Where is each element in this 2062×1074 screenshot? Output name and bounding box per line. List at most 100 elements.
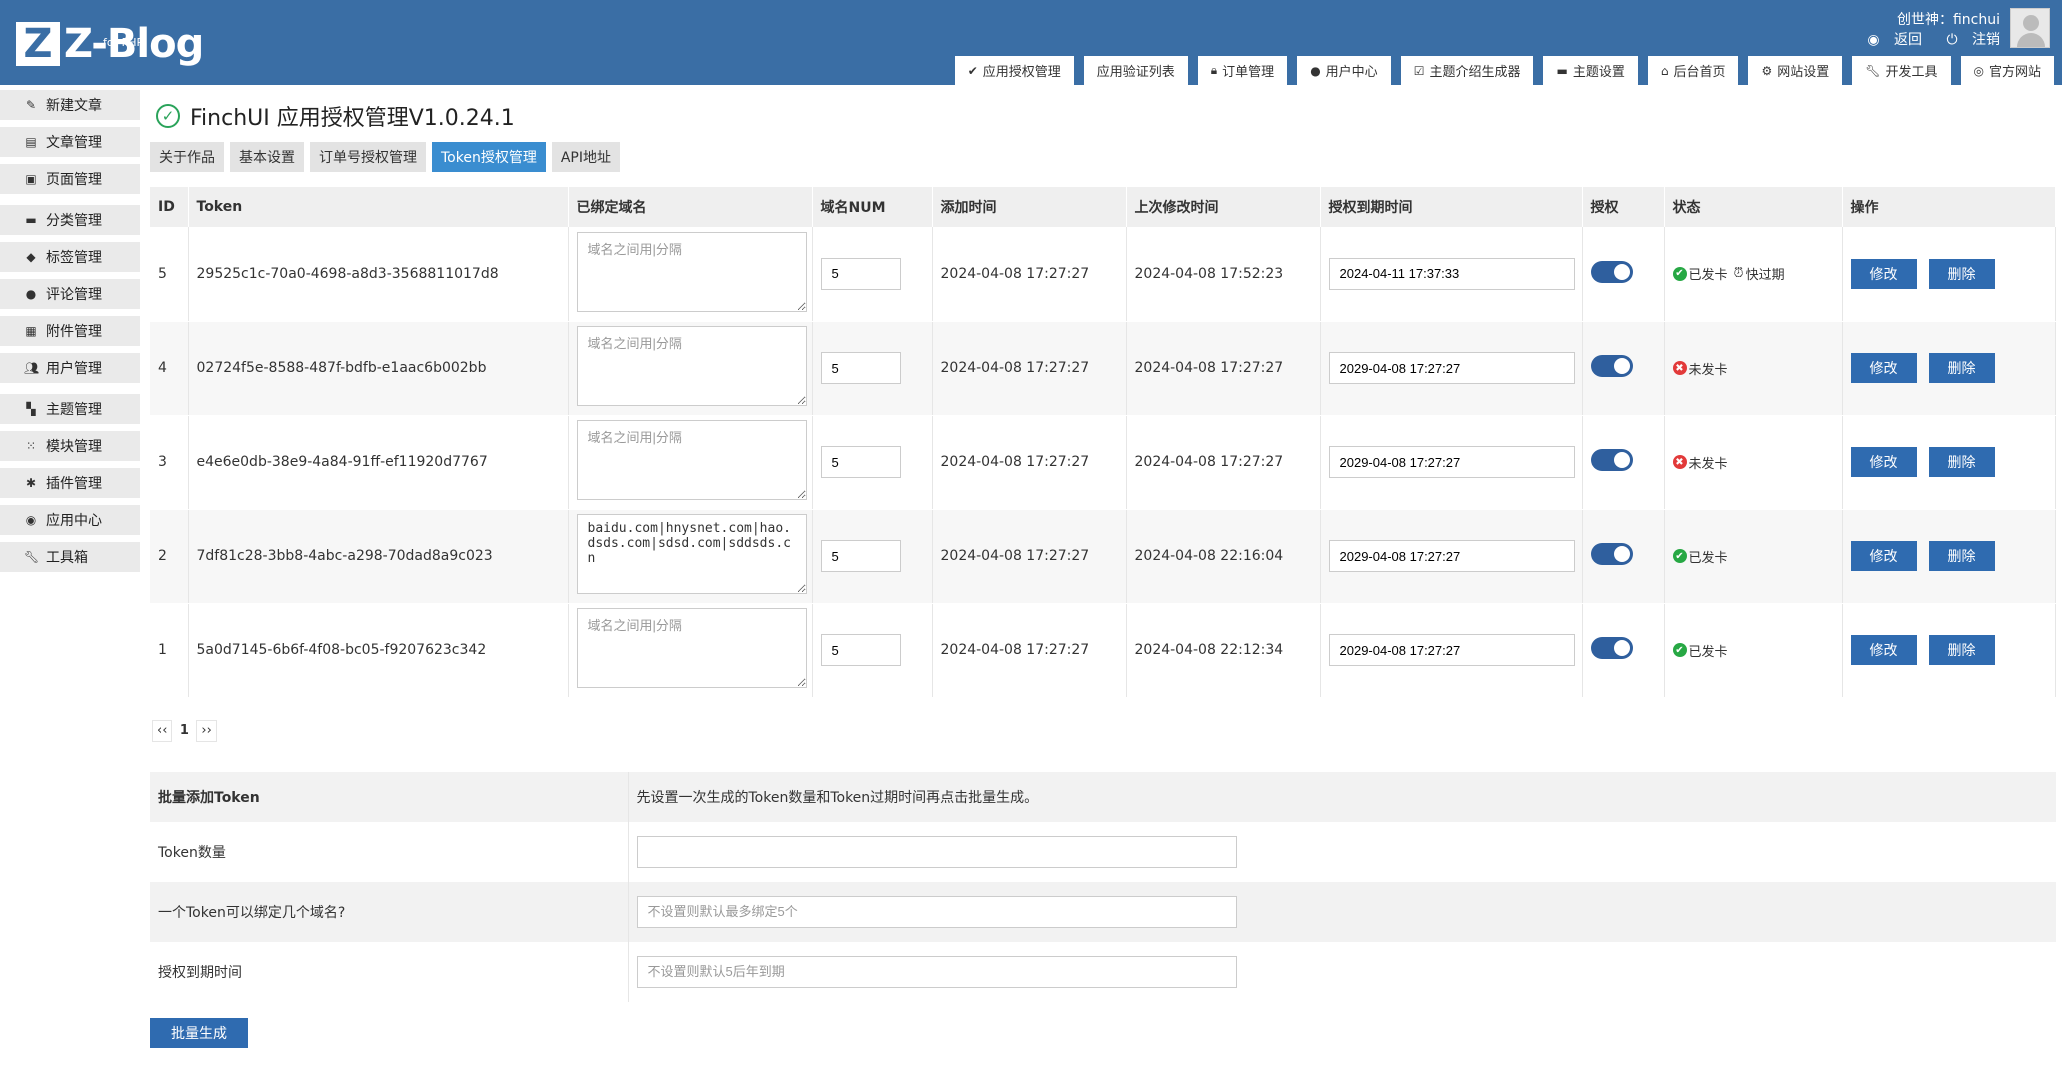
pager-next[interactable]: ›› bbox=[196, 719, 217, 742]
auth-toggle[interactable] bbox=[1590, 543, 1633, 565]
sidebar-item-pages[interactable]: ▣ 页面管理 bbox=[0, 164, 140, 194]
users-icon: 👥︎ bbox=[24, 361, 40, 375]
cell-id: 1 bbox=[150, 603, 189, 698]
domains-textarea[interactable] bbox=[576, 420, 807, 500]
sidebar-item-toolbox[interactable]: 🔧︎ 工具箱 bbox=[0, 542, 140, 572]
tab-orders[interactable]: 🔒︎ 订单管理 bbox=[1197, 56, 1288, 85]
auth-toggle[interactable] bbox=[1590, 449, 1633, 471]
sidebar-item-new-article[interactable]: ✎ 新建文章 bbox=[0, 90, 140, 120]
sidebar-item-users[interactable]: 👥︎ 用户管理 bbox=[0, 353, 140, 383]
page-title: ✓ FinchUI 应用授权管理V1.0.24.1 bbox=[150, 98, 2056, 134]
domain-limit-input[interactable] bbox=[636, 895, 1237, 928]
tab-dev-tools[interactable]: 🔧︎ 开发工具 bbox=[1852, 56, 1951, 85]
tab-official-site[interactable]: ◎ 官方网站 bbox=[1960, 56, 2054, 85]
tab-basic-settings[interactable]: 基本设置 bbox=[230, 142, 304, 172]
tab-order-auth[interactable]: 订单号授权管理 bbox=[310, 142, 426, 172]
sidebar-item-app-center[interactable]: ◉ 应用中心 bbox=[0, 505, 140, 535]
home-icon: ⌂ bbox=[1660, 63, 1669, 78]
status-badge: ✔ 已发卡 bbox=[1672, 547, 1842, 566]
domain-num-input[interactable] bbox=[820, 446, 901, 478]
auth-toggle[interactable] bbox=[1590, 355, 1633, 377]
auth-toggle[interactable] bbox=[1590, 260, 1633, 283]
auth-toggle[interactable] bbox=[1590, 637, 1633, 659]
expire-time-label: 授权到期时间 bbox=[150, 941, 629, 1002]
edit-button[interactable]: 修改 bbox=[1850, 541, 1917, 571]
edit-button[interactable]: 修改 bbox=[1850, 447, 1917, 477]
batch-count-row: Token数量 bbox=[150, 821, 2056, 882]
tab-about[interactable]: 关于作品 bbox=[150, 142, 224, 172]
sidebar-item-articles[interactable]: ▤ 文章管理 bbox=[0, 127, 140, 157]
edit-button[interactable]: 修改 bbox=[1850, 353, 1917, 383]
token-count-input[interactable] bbox=[636, 835, 1237, 868]
module-icon: ⁙ bbox=[25, 439, 37, 453]
sidebar-item-themes[interactable]: ▚ 主题管理 bbox=[0, 394, 140, 424]
back-link[interactable]: ◉ 返回 bbox=[1857, 32, 1922, 48]
sub-tabs: 关于作品 基本设置 订单号授权管理 Token授权管理 API地址 bbox=[150, 142, 2056, 172]
logo-z-mark: Z bbox=[16, 22, 60, 66]
domain-num-input[interactable] bbox=[820, 257, 901, 290]
sidebar-item-attachments[interactable]: ▦ 附件管理 bbox=[0, 316, 140, 346]
tab-admin-home[interactable]: ⌂ 后台首页 bbox=[1647, 56, 1739, 85]
delete-button[interactable]: 删除 bbox=[1928, 353, 1995, 383]
tab-site-settings[interactable]: ⚙ 网站设置 bbox=[1748, 56, 1843, 85]
domain-num-input[interactable] bbox=[820, 540, 901, 572]
edit-button[interactable]: 修改 bbox=[1850, 635, 1917, 665]
cell-modified-time: 2024-04-08 22:12:34 bbox=[1126, 603, 1321, 698]
logo-subtitle: for PHP bbox=[103, 36, 144, 49]
cell-token: 29525c1c-70a0-4698-a8d3-3568811017d8 bbox=[188, 227, 569, 322]
domains-textarea[interactable] bbox=[576, 231, 807, 312]
expire-time-input[interactable] bbox=[636, 955, 1237, 988]
sidebar-item-categories[interactable]: ▬ 分类管理 bbox=[0, 205, 140, 235]
expire-date-input[interactable] bbox=[1328, 540, 1575, 572]
col-header-status: 状态 bbox=[1664, 187, 1843, 227]
edit-button[interactable]: 修改 bbox=[1850, 258, 1917, 289]
power-icon: ⏻ bbox=[1946, 32, 1958, 48]
pager-current[interactable]: 1 bbox=[174, 720, 194, 742]
sidebar-item-plugins[interactable]: ✱ 插件管理 bbox=[0, 468, 140, 498]
delete-button[interactable]: 删除 bbox=[1928, 541, 1995, 571]
theme-icon: ▚ bbox=[26, 402, 36, 416]
folder-icon: ▬ bbox=[1556, 63, 1568, 78]
page-icon: ▣ bbox=[25, 172, 37, 186]
tab-api-url[interactable]: API地址 bbox=[551, 142, 620, 172]
tab-theme-intro[interactable]: ☑ 主题介绍生成器 bbox=[1400, 56, 1534, 85]
table-row: 15a0d7145-6b6f-4f08-bc05-f9207623c342 202… bbox=[150, 603, 2056, 698]
avatar[interactable] bbox=[2010, 8, 2050, 48]
article-icon: ▤ bbox=[25, 135, 37, 149]
domain-num-input[interactable] bbox=[820, 634, 901, 666]
tab-app-auth[interactable]: ✔ 应用授权管理 bbox=[954, 56, 1074, 85]
domain-num-input[interactable] bbox=[820, 352, 901, 384]
sidebar-item-tags[interactable]: ◆ 标签管理 bbox=[0, 242, 140, 272]
tab-theme-settings[interactable]: ▬ 主题设置 bbox=[1543, 56, 1638, 85]
table-row: 402724f5e-8588-487f-bdfb-e1aac6b002bb 202… bbox=[150, 321, 2056, 416]
delete-button[interactable]: 删除 bbox=[1928, 635, 1995, 665]
cell-added-time: 2024-04-08 17:27:27 bbox=[932, 321, 1127, 416]
delete-button[interactable]: 删除 bbox=[1928, 258, 1995, 289]
pager-prev[interactable]: ‹‹ bbox=[152, 719, 173, 742]
batch-description: 先设置一次生成的Token数量和Token过期时间再点击批量生成。 bbox=[628, 771, 2056, 822]
expire-date-input[interactable] bbox=[1328, 257, 1575, 290]
expire-date-input[interactable] bbox=[1328, 446, 1575, 478]
status-text: 已发卡 bbox=[1688, 550, 1728, 566]
status-text: 未发卡 bbox=[1688, 362, 1728, 378]
logout-link[interactable]: ⏻ 注销 bbox=[1936, 32, 2000, 48]
delete-button[interactable]: 删除 bbox=[1928, 447, 1995, 477]
sidebar-item-modules[interactable]: ⁙ 模块管理 bbox=[0, 431, 140, 461]
tab-user-center[interactable]: ● 用户中心 bbox=[1297, 56, 1391, 85]
tab-app-verify-list[interactable]: 应用验证列表 bbox=[1083, 56, 1188, 85]
tab-token-auth[interactable]: Token授权管理 bbox=[432, 142, 546, 172]
cell-token: e4e6e0db-38e9-4a84-91ff-ef11920d7767 bbox=[188, 415, 569, 510]
domains-textarea[interactable] bbox=[576, 326, 807, 406]
cell-added-time: 2024-04-08 17:27:27 bbox=[932, 509, 1127, 604]
cell-modified-time: 2024-04-08 17:27:27 bbox=[1126, 321, 1321, 416]
toolbox-icon: 🔧︎ bbox=[24, 550, 40, 564]
check-circle-icon: ✓ bbox=[156, 104, 180, 128]
expire-date-input[interactable] bbox=[1328, 634, 1575, 666]
cell-modified-time: 2024-04-08 22:16:04 bbox=[1126, 509, 1321, 604]
domains-textarea[interactable] bbox=[576, 608, 807, 688]
col-header-auth: 授权 bbox=[1582, 187, 1665, 227]
batch-generate-button[interactable]: 批量生成 bbox=[150, 1017, 248, 1048]
domains-textarea[interactable]: baidu.com|hnysnet.com|hao.dsds.com|sdsd.… bbox=[576, 514, 807, 594]
expire-date-input[interactable] bbox=[1328, 352, 1575, 384]
sidebar-item-comments[interactable]: ● 评论管理 bbox=[0, 279, 140, 309]
